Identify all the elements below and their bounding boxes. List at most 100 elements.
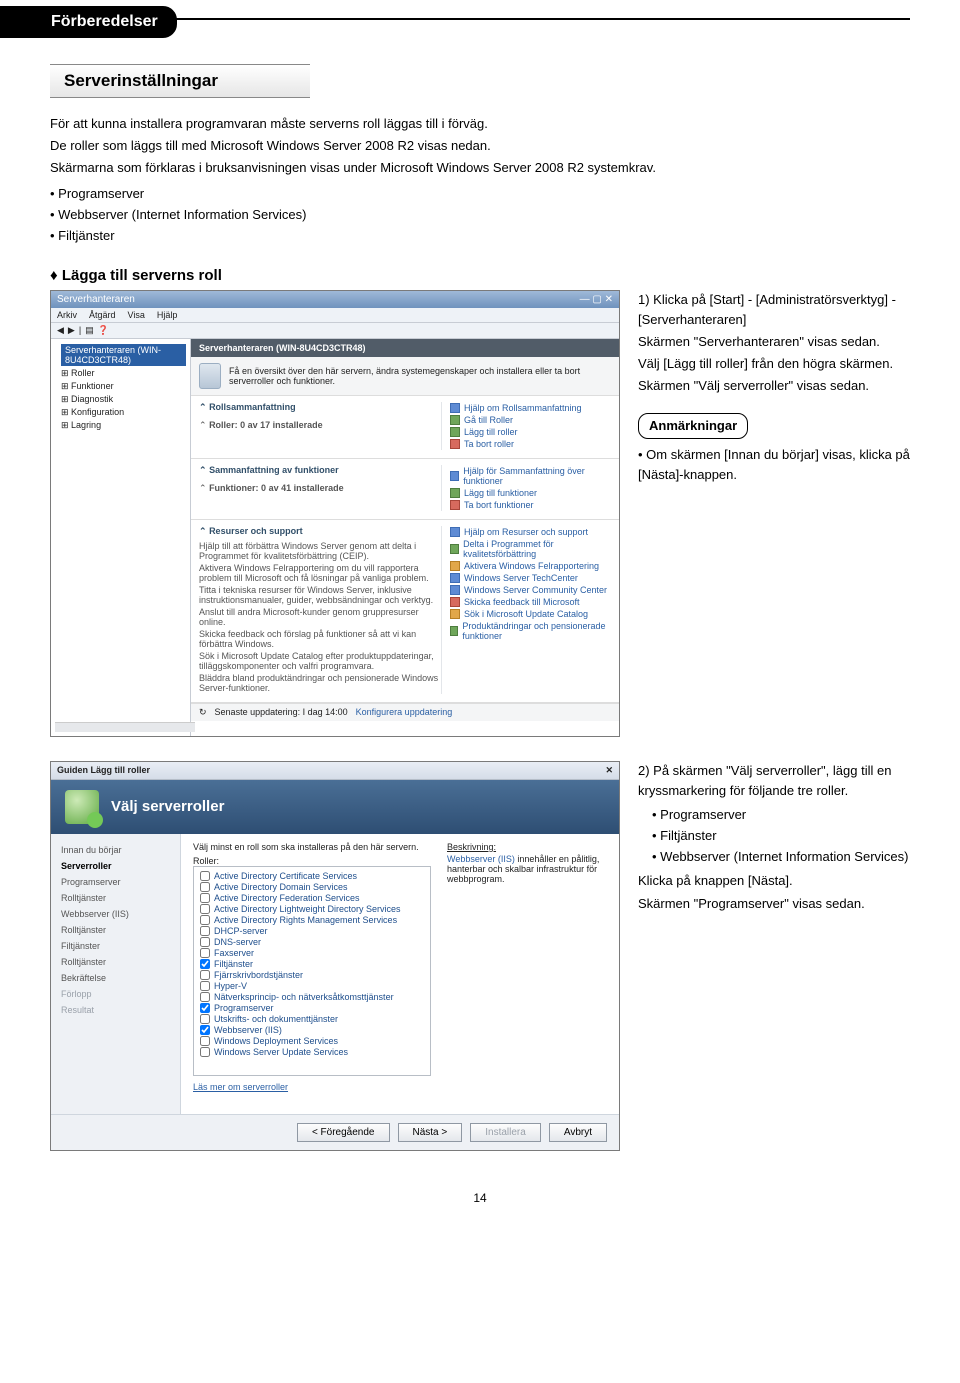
role-checkbox[interactable] [200,1003,210,1013]
wiz-nav-item: Förlopp [61,986,170,1002]
close-icon[interactable]: ✕ [605,765,613,776]
step1-line2: Skärmen "Serverhanteraren" visas sedan. [638,332,910,352]
page-header: Förberedelser [50,0,910,20]
sm-tree[interactable]: Serverhanteraren (WIN-8U4CD3CTR48) ⊞ Rol… [51,339,191,736]
roles-listbox[interactable]: Active Directory Certificate ServicesAct… [193,866,431,1076]
expand-icon[interactable]: ⌃ [199,526,207,536]
res-link[interactable]: Sök i Microsoft Update Catalog [450,608,611,620]
toolbar-icon[interactable]: ▤ [85,325,94,336]
role-item[interactable]: DNS-server [200,937,424,948]
tree-node[interactable]: ⊞ Roller [55,367,186,380]
next-button[interactable]: Nästa > [398,1123,463,1142]
role-checkbox[interactable] [200,948,210,958]
res-link[interactable]: Windows Server Community Center [450,584,611,596]
prev-button[interactable]: < Föregående [297,1123,390,1142]
res-link[interactable]: Windows Server TechCenter [450,572,611,584]
sm-menubar[interactable]: Arkiv Åtgärd Visa Hjälp [51,308,619,323]
goto-roles-link[interactable]: Gå till Roller [450,414,611,426]
res-line: Hjälp till att förbättra Windows Server … [199,540,441,562]
res-link[interactable]: Skicka feedback till Microsoft [450,596,611,608]
nav-back-icon[interactable]: ◀ [57,325,64,336]
role-item[interactable]: Fjärrskrivbordstjänster [200,970,424,981]
expand-icon[interactable]: ⌃ [199,420,207,430]
nav-fwd-icon[interactable]: ▶ [68,325,75,336]
role-item[interactable]: Active Directory Rights Management Servi… [200,915,424,926]
role-checkbox[interactable] [200,926,210,936]
server-manager-window: Serverhanteraren — ▢ ✕ Arkiv Åtgärd Visa… [50,290,620,737]
learn-more-link[interactable]: Läs mer om serverroller [193,1082,431,1092]
role-checkbox[interactable] [200,871,210,881]
add-roles-link[interactable]: Lägg till roller [450,426,611,438]
role-checkbox[interactable] [200,1014,210,1024]
menu-item[interactable]: Hjälp [157,310,178,320]
wiz-nav[interactable]: Innan du börjar Serverroller Programserv… [51,834,181,1114]
menu-item[interactable]: Visa [128,310,145,320]
wiz-nav-item[interactable]: Innan du börjar [61,842,170,858]
expand-icon[interactable]: ⌃ [199,465,207,475]
expand-icon[interactable]: ⌃ [199,483,207,493]
desc-link[interactable]: Webbserver (IIS) [447,854,515,864]
remove-roles-link[interactable]: Ta bort roller [450,438,611,450]
role-checkbox[interactable] [200,893,210,903]
role-item[interactable]: Windows Server Update Services [200,1047,424,1058]
role-checkbox[interactable] [200,904,210,914]
wiz-nav-item[interactable]: Webbserver (IIS) [61,906,170,922]
role-item[interactable]: Active Directory Certificate Services [200,871,424,882]
window-controls[interactable]: — ▢ ✕ [580,294,613,305]
role-checkbox[interactable] [200,1025,210,1035]
wiz-nav-item[interactable]: Rolltjänster [61,890,170,906]
role-checkbox[interactable] [200,970,210,980]
role-item[interactable]: Active Directory Lightweight Directory S… [200,904,424,915]
menu-item[interactable]: Åtgärd [89,310,116,320]
role-label: Fjärrskrivbordstjänster [214,970,303,980]
diamond-heading: Lägga till serverns roll [50,267,910,284]
res-link[interactable]: Produktändringar och pensionerade funkti… [450,620,611,642]
role-checkbox[interactable] [200,915,210,925]
menu-item[interactable]: Arkiv [57,310,77,320]
role-item[interactable]: Webbserver (IIS) [200,1025,424,1036]
role-item[interactable]: Utskrifts- och dokumenttjänster [200,1014,424,1025]
role-item[interactable]: Hyper-V [200,981,424,992]
role-checkbox[interactable] [200,981,210,991]
sm-toolbar[interactable]: ◀ ▶ | ▤ ❓ [51,323,619,339]
wiz-nav-item[interactable]: Programserver [61,874,170,890]
help-link[interactable]: Hjälp för Sammanfattning över funktioner [450,465,611,487]
tree-root[interactable]: Serverhanteraren (WIN-8U4CD3CTR48) [61,344,186,366]
refresh-icon[interactable]: ↻ [199,707,207,718]
role-item[interactable]: Active Directory Domain Services [200,882,424,893]
tree-node[interactable]: ⊞ Konfiguration [55,406,186,419]
remove-features-link[interactable]: Ta bort funktioner [450,499,611,511]
role-checkbox[interactable] [200,937,210,947]
role-item[interactable]: Programserver [200,1003,424,1014]
tree-node[interactable]: ⊞ Lagring [55,419,186,432]
wiz-nav-item[interactable]: Rolltjänster [61,954,170,970]
role-item[interactable]: DHCP-server [200,926,424,937]
role-item[interactable]: Windows Deployment Services [200,1036,424,1047]
role-checkbox[interactable] [200,959,210,969]
wiz-nav-item-active[interactable]: Serverroller [61,858,170,874]
tree-node[interactable]: ⊞ Funktioner [55,380,186,393]
wiz-nav-item[interactable]: Rolltjänster [61,922,170,938]
install-button: Installera [470,1123,541,1142]
help-link[interactable]: Hjälp om Resurser och support [450,526,611,538]
role-item[interactable]: Nätverksprincip- och nätverksåtkomsttjän… [200,992,424,1003]
role-checkbox[interactable] [200,882,210,892]
footer-config-link[interactable]: Konfigurera uppdatering [356,707,453,717]
role-item[interactable]: Active Directory Federation Services [200,893,424,904]
res-link[interactable]: Delta i Programmet för kvalitetsförbättr… [450,538,611,560]
role-checkbox[interactable] [200,1047,210,1057]
add-features-link[interactable]: Lägg till funktioner [450,487,611,499]
cancel-button[interactable]: Avbryt [549,1123,607,1142]
role-checkbox[interactable] [200,992,210,1002]
tree-node[interactable]: ⊞ Diagnostik [55,393,186,406]
expand-icon[interactable]: ⌃ [199,402,207,412]
res-link[interactable]: Aktivera Windows Felrapportering [450,560,611,572]
wiz-nav-item[interactable]: Bekräftelse [61,970,170,986]
toolbar-icon[interactable]: ❓ [98,325,109,336]
role-item[interactable]: Faxserver [200,948,424,959]
role-item[interactable]: Filtjänster [200,959,424,970]
tree-scrollbar[interactable] [55,722,195,732]
role-checkbox[interactable] [200,1036,210,1046]
wiz-nav-item[interactable]: Filtjänster [61,938,170,954]
help-link[interactable]: Hjälp om Rollsammanfattning [450,402,611,414]
